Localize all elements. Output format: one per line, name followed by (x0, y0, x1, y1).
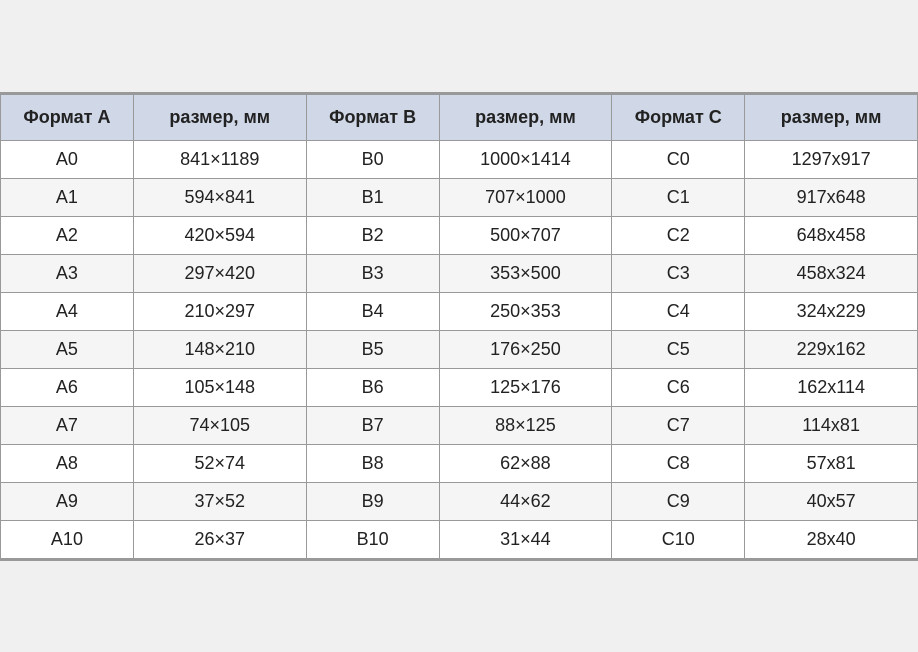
cell-b-size: 125×176 (439, 368, 612, 406)
cell-b-size: 44×62 (439, 482, 612, 520)
cell-c-format: C1 (612, 178, 745, 216)
cell-b-size: 62×88 (439, 444, 612, 482)
cell-a-size: 148×210 (133, 330, 306, 368)
table-row: А6105×148В6125×176C6162x114 (1, 368, 918, 406)
cell-a-format: А5 (1, 330, 134, 368)
cell-c-format: C9 (612, 482, 745, 520)
cell-c-format: C6 (612, 368, 745, 406)
header-size-b: размер, мм (439, 94, 612, 140)
cell-c-size: 917x648 (745, 178, 918, 216)
table-row: А1026×37В1031×44C1028x40 (1, 520, 918, 558)
cell-c-format: C4 (612, 292, 745, 330)
cell-b-format: В9 (306, 482, 439, 520)
cell-b-size: 88×125 (439, 406, 612, 444)
cell-c-size: 162x114 (745, 368, 918, 406)
cell-a-size: 420×594 (133, 216, 306, 254)
cell-a-size: 26×37 (133, 520, 306, 558)
table-wrapper: Формат А размер, мм Формат В размер, мм … (0, 92, 918, 561)
table-row: А852×74В862×88C857x81 (1, 444, 918, 482)
cell-a-format: А2 (1, 216, 134, 254)
cell-a-size: 37×52 (133, 482, 306, 520)
table-row: А5148×210В5176×250C5229x162 (1, 330, 918, 368)
cell-b-size: 500×707 (439, 216, 612, 254)
header-format-a: Формат А (1, 94, 134, 140)
cell-a-size: 52×74 (133, 444, 306, 482)
cell-a-size: 297×420 (133, 254, 306, 292)
table-row: А2420×594В2500×707C2648x458 (1, 216, 918, 254)
cell-b-format: В6 (306, 368, 439, 406)
cell-c-format: C10 (612, 520, 745, 558)
cell-c-size: 324x229 (745, 292, 918, 330)
cell-a-format: А4 (1, 292, 134, 330)
header-format-c: Формат С (612, 94, 745, 140)
cell-a-format: А8 (1, 444, 134, 482)
cell-b-format: В8 (306, 444, 439, 482)
cell-c-format: C0 (612, 140, 745, 178)
cell-c-size: 28x40 (745, 520, 918, 558)
cell-a-format: А7 (1, 406, 134, 444)
cell-b-size: 31×44 (439, 520, 612, 558)
cell-c-size: 648x458 (745, 216, 918, 254)
cell-a-format: А9 (1, 482, 134, 520)
cell-b-format: В5 (306, 330, 439, 368)
cell-c-format: C5 (612, 330, 745, 368)
cell-b-size: 250×353 (439, 292, 612, 330)
cell-b-format: В4 (306, 292, 439, 330)
cell-c-size: 114x81 (745, 406, 918, 444)
table-row: А3297×420В3353×500C3458x324 (1, 254, 918, 292)
cell-a-size: 105×148 (133, 368, 306, 406)
header-size-a: размер, мм (133, 94, 306, 140)
cell-b-format: В7 (306, 406, 439, 444)
header-format-b: Формат В (306, 94, 439, 140)
table-row: А774×105В788×125C7114x81 (1, 406, 918, 444)
table-row: А4210×297В4250×353C4324x229 (1, 292, 918, 330)
cell-b-format: В1 (306, 178, 439, 216)
cell-b-format: В0 (306, 140, 439, 178)
cell-b-size: 353×500 (439, 254, 612, 292)
cell-c-size: 458x324 (745, 254, 918, 292)
cell-c-format: C7 (612, 406, 745, 444)
cell-a-size: 74×105 (133, 406, 306, 444)
paper-formats-table: Формат А размер, мм Формат В размер, мм … (0, 94, 918, 559)
header-row: Формат А размер, мм Формат В размер, мм … (1, 94, 918, 140)
table-body: А0841×1189В01000×1414C01297x917А1594×841… (1, 140, 918, 558)
table-row: А0841×1189В01000×1414C01297x917 (1, 140, 918, 178)
header-size-c: размер, мм (745, 94, 918, 140)
cell-c-size: 57x81 (745, 444, 918, 482)
cell-b-size: 176×250 (439, 330, 612, 368)
table-row: А937×52В944×62C940x57 (1, 482, 918, 520)
cell-a-size: 210×297 (133, 292, 306, 330)
cell-a-format: А3 (1, 254, 134, 292)
cell-c-format: C3 (612, 254, 745, 292)
table-row: А1594×841В1707×1000C1917x648 (1, 178, 918, 216)
cell-a-size: 841×1189 (133, 140, 306, 178)
cell-a-format: А6 (1, 368, 134, 406)
cell-b-size: 1000×1414 (439, 140, 612, 178)
cell-b-format: В10 (306, 520, 439, 558)
cell-b-size: 707×1000 (439, 178, 612, 216)
cell-c-size: 40x57 (745, 482, 918, 520)
cell-b-format: В2 (306, 216, 439, 254)
cell-c-size: 1297x917 (745, 140, 918, 178)
cell-a-format: А10 (1, 520, 134, 558)
cell-c-format: C2 (612, 216, 745, 254)
cell-a-format: А0 (1, 140, 134, 178)
cell-a-size: 594×841 (133, 178, 306, 216)
cell-c-format: C8 (612, 444, 745, 482)
cell-c-size: 229x162 (745, 330, 918, 368)
cell-a-format: А1 (1, 178, 134, 216)
cell-b-format: В3 (306, 254, 439, 292)
